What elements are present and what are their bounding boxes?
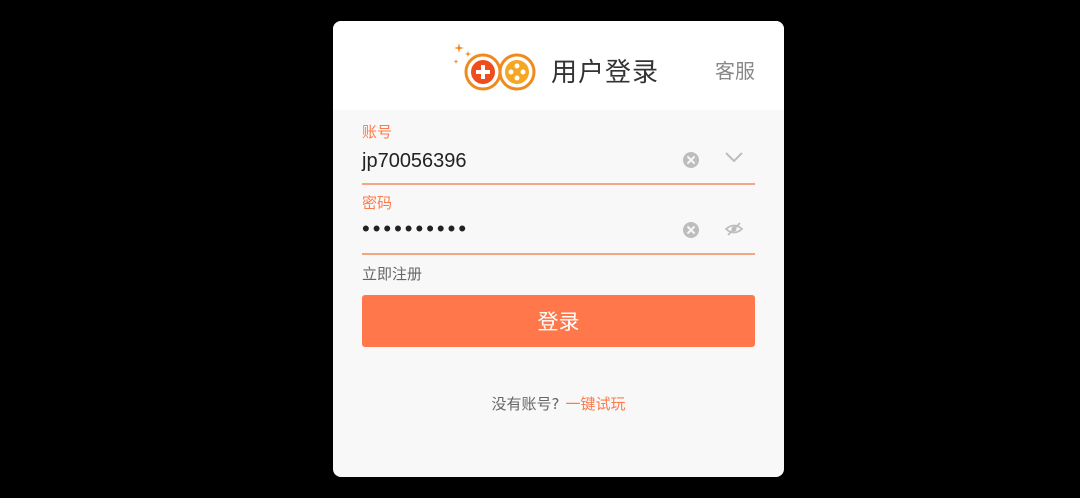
- chevron-down-icon[interactable]: [724, 150, 744, 164]
- account-input-value[interactable]: jp70056396: [362, 150, 467, 173]
- account-field[interactable]: jp70056396: [362, 139, 755, 185]
- clear-icon[interactable]: [683, 152, 699, 168]
- trial-play-link[interactable]: 一键试玩: [565, 395, 625, 413]
- no-account-text: 没有账号?: [491, 395, 560, 413]
- login-dialog: 用户登录 客服 账号 jp70056396 密码 •••••••••• 立即注册…: [333, 21, 784, 477]
- dialog-header: 用户登录 客服: [333, 21, 784, 110]
- page-title: 用户登录: [551, 58, 660, 88]
- gamepad-logo-icon: [453, 43, 536, 91]
- password-input-value[interactable]: ••••••••••: [362, 216, 469, 242]
- clear-icon[interactable]: [683, 222, 699, 238]
- eye-hidden-icon[interactable]: [725, 221, 743, 237]
- footer: 没有账号? 一键试玩: [333, 393, 784, 414]
- customer-service-link[interactable]: 客服: [715, 55, 755, 84]
- register-link[interactable]: 立即注册: [362, 263, 422, 284]
- login-button[interactable]: 登录: [362, 295, 755, 347]
- password-field[interactable]: ••••••••••: [362, 209, 755, 255]
